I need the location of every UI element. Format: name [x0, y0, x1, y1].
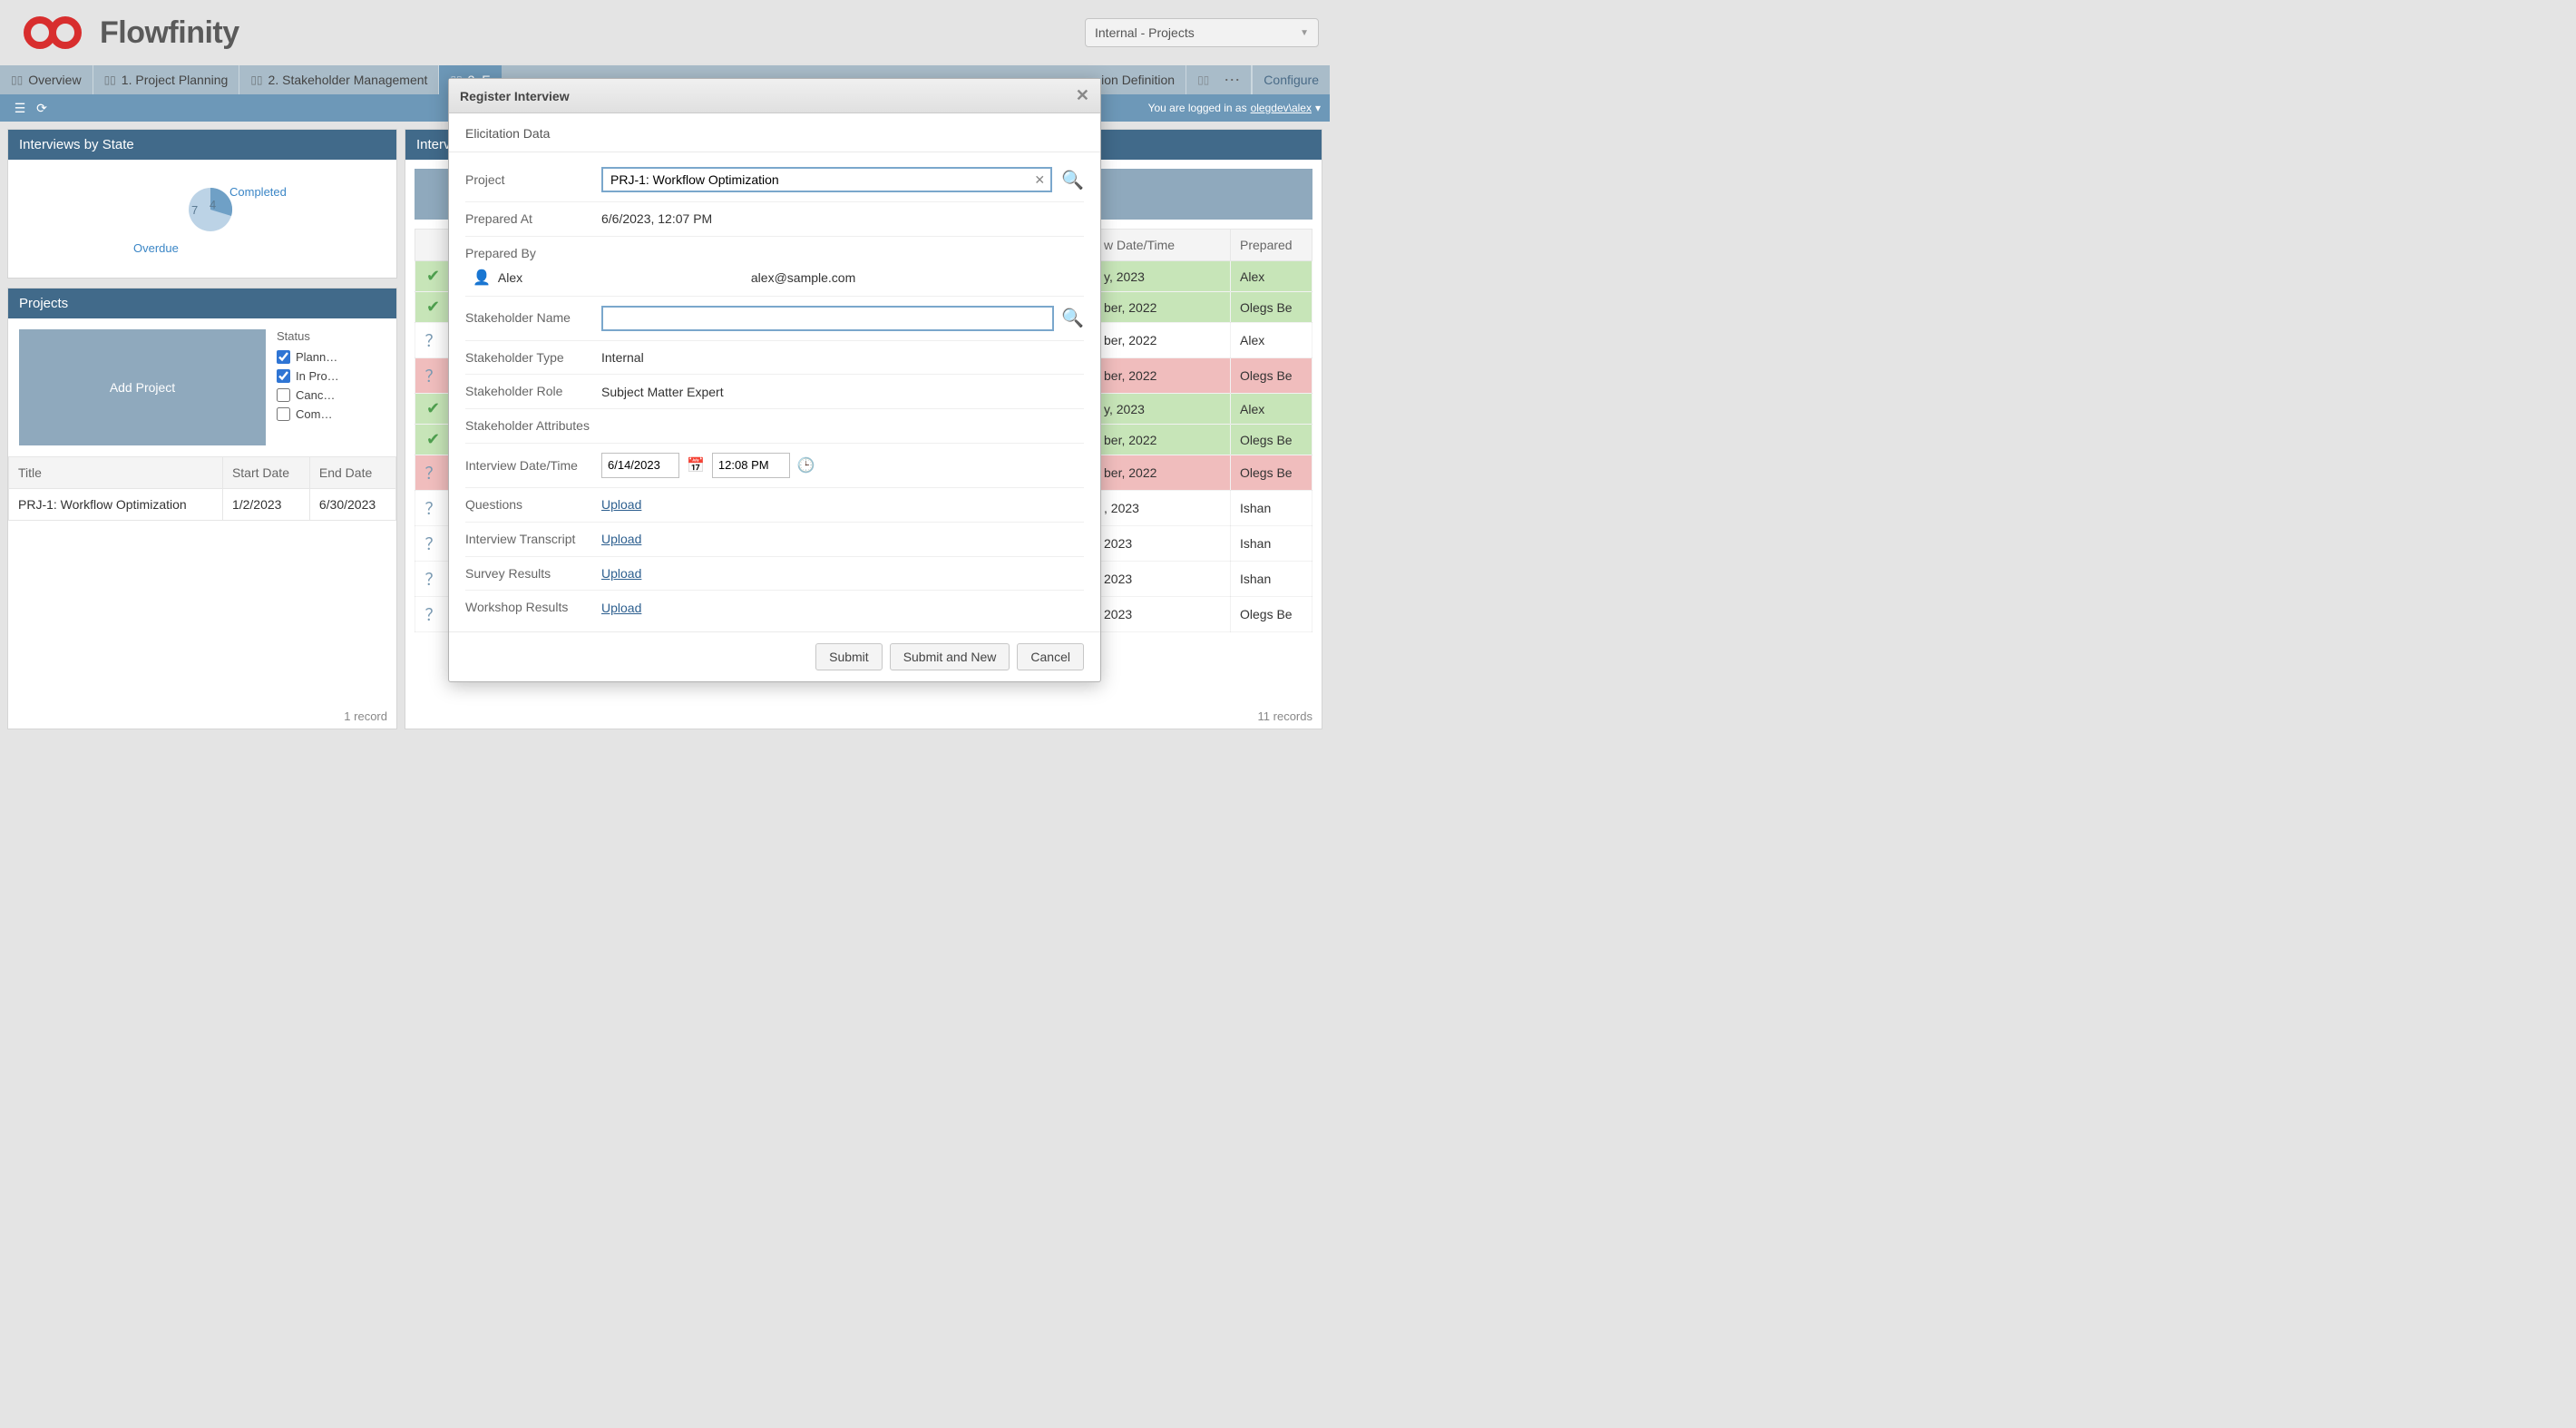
tab-overview[interactable]: ▯▯Overview: [0, 65, 93, 94]
panel-title: Interviews by State: [8, 130, 396, 160]
prepared-by-user: 👤 Alex: [473, 269, 522, 287]
chevron-down-icon: ▾: [1315, 102, 1321, 114]
prepared-at-label: Prepared At: [465, 211, 601, 227]
tab-stakeholder-management[interactable]: ▯▯2. Stakeholder Management: [239, 65, 439, 94]
tab-overflow[interactable]: ▯▯ ⋯: [1186, 65, 1252, 94]
completed-count: 4: [210, 198, 216, 211]
survey-label: Survey Results: [465, 566, 601, 582]
brand-logo: Flowfinity: [11, 11, 239, 54]
question-icon: ？: [415, 597, 452, 632]
question-icon: ？: [415, 455, 452, 491]
tab-project-planning[interactable]: ▯▯1. Project Planning: [93, 65, 240, 94]
app-header: Flowfinity Internal - Projects ▼: [0, 0, 1330, 65]
search-icon[interactable]: 🔍: [1061, 169, 1084, 191]
brand-name: Flowfinity: [100, 15, 239, 51]
chevron-down-icon: ▼: [1300, 28, 1309, 38]
prepared-by-label: Prepared By: [465, 246, 1084, 261]
overdue-label[interactable]: Overdue: [133, 241, 179, 255]
stakeholder-name-input[interactable]: [601, 306, 1054, 331]
prepared-by-email: alex@sample.com: [751, 270, 855, 285]
check-icon: ✔: [415, 425, 452, 455]
projects-table: Title Start Date End Date PRJ-1: Workflo…: [8, 456, 396, 521]
add-project-button[interactable]: Add Project: [19, 329, 266, 445]
submit-button[interactable]: Submit: [815, 643, 883, 670]
check-icon: ✔: [415, 394, 452, 425]
col-date[interactable]: w Date/Time: [1095, 230, 1231, 261]
question-icon: ？: [415, 526, 452, 562]
logo-icon: [11, 11, 94, 54]
filter-in-progress[interactable]: In Pro…: [277, 369, 385, 383]
col-end[interactable]: End Date: [309, 457, 395, 489]
chart-icon: ▯▯: [1197, 74, 1209, 85]
chart-icon: ▯▯: [250, 73, 262, 86]
interview-date-input[interactable]: [601, 453, 679, 478]
chart-icon: ▯▯: [104, 73, 116, 86]
submit-and-new-button[interactable]: Submit and New: [890, 643, 1010, 670]
stakeholder-role-value: Subject Matter Expert: [601, 385, 724, 399]
question-icon: ？: [415, 358, 452, 394]
col-title[interactable]: Title: [9, 457, 223, 489]
modal-subtitle: Elicitation Data: [449, 113, 1100, 152]
status-heading: Status: [277, 329, 385, 343]
status-filters: Status Plann… In Pro… Canc… Com…: [277, 329, 385, 445]
user-icon: 👤: [473, 269, 491, 287]
interviews-by-state-panel: Interviews by State 7 4 Completed Overdu…: [7, 129, 397, 279]
workshop-upload[interactable]: Upload: [601, 601, 641, 615]
clock-icon[interactable]: 🕒: [797, 456, 815, 474]
stakeholder-name-label: Stakeholder Name: [465, 310, 601, 326]
survey-upload[interactable]: Upload: [601, 566, 641, 581]
question-icon: ？: [415, 491, 452, 526]
question-icon: ？: [415, 562, 452, 597]
completed-label[interactable]: Completed: [229, 185, 287, 199]
username: olegdev\alex: [1251, 102, 1312, 114]
interview-dt-label: Interview Date/Time: [465, 458, 601, 474]
prepared-at-value: 6/6/2023, 12:07 PM: [601, 211, 712, 226]
menu-icon[interactable]: ☰: [9, 97, 31, 119]
filter-complete[interactable]: Com…: [277, 407, 385, 421]
record-footer: 1 record: [8, 704, 396, 729]
col-state[interactable]: [415, 230, 452, 261]
tab-configure[interactable]: Configure: [1252, 65, 1330, 94]
check-icon: ✔: [415, 292, 452, 323]
cancel-button[interactable]: Cancel: [1017, 643, 1084, 670]
questions-label: Questions: [465, 497, 601, 513]
prepared-by-name: Alex: [498, 270, 522, 285]
overdue-count: 7: [191, 203, 198, 217]
check-icon: ✔: [415, 261, 452, 292]
transcript-upload[interactable]: Upload: [601, 532, 641, 546]
table-row[interactable]: PRJ-1: Workflow Optimization 1/2/2023 6/…: [9, 489, 396, 521]
close-icon[interactable]: ✕: [1076, 86, 1089, 105]
calendar-icon[interactable]: 📅: [687, 456, 705, 474]
project-label: Project: [465, 172, 601, 188]
clear-icon[interactable]: ✕: [1034, 172, 1054, 188]
record-footer: 11 records: [405, 704, 1322, 729]
refresh-icon[interactable]: ⟳: [31, 97, 53, 119]
interview-time-input[interactable]: [712, 453, 790, 478]
project-input[interactable]: [601, 167, 1052, 192]
workshop-label: Workshop Results: [465, 600, 601, 615]
context-selector[interactable]: Internal - Projects ▼: [1085, 18, 1319, 47]
col-prepared[interactable]: Prepared: [1231, 230, 1312, 261]
col-start[interactable]: Start Date: [222, 457, 309, 489]
projects-panel: Projects Add Project Status Plann… In Pr…: [7, 288, 397, 729]
modal-title: Register Interview: [460, 89, 570, 103]
search-icon[interactable]: 🔍: [1061, 307, 1084, 329]
stakeholder-attrs-label: Stakeholder Attributes: [465, 418, 601, 434]
stakeholder-role-label: Stakeholder Role: [465, 384, 601, 399]
transcript-label: Interview Transcript: [465, 532, 601, 547]
filter-cancelled[interactable]: Canc…: [277, 388, 385, 402]
chart-icon: ▯▯: [11, 73, 23, 86]
filter-planning[interactable]: Plann…: [277, 350, 385, 364]
stakeholder-type-value: Internal: [601, 350, 644, 365]
panel-title: Projects: [8, 289, 396, 318]
stakeholder-type-label: Stakeholder Type: [465, 350, 601, 366]
question-icon: ？: [415, 323, 452, 358]
register-interview-modal: Register Interview ✕ Elicitation Data Pr…: [448, 78, 1101, 682]
questions-upload[interactable]: Upload: [601, 497, 641, 512]
tab-definition-partial[interactable]: ion Definition: [1090, 65, 1186, 94]
context-value: Internal - Projects: [1095, 25, 1195, 40]
user-info[interactable]: You are logged in as olegdev\alex ▾: [1148, 102, 1321, 114]
